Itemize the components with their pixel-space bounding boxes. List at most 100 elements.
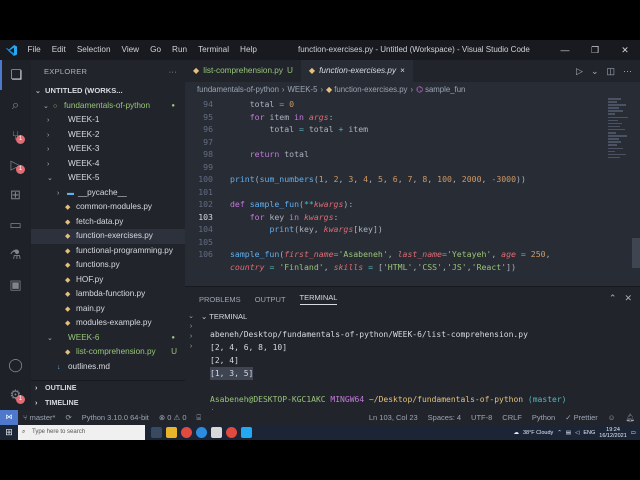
notifications-icon[interactable]: 🔔︎ xyxy=(620,413,640,422)
terminal-output[interactable]: abeneh/Desktop/fundamentals-of-python/WE… xyxy=(210,328,630,417)
tree-item-functional-programming[interactable]: ◆ functional-programming.py xyxy=(31,244,185,259)
run-debug-icon[interactable]: ▷ 1 xyxy=(0,150,31,180)
line-ending[interactable]: CRLF xyxy=(497,413,527,422)
tree-item-pycache[interactable]: › ▬ __pycache__ xyxy=(31,186,185,201)
indentation[interactable]: Spaces: 4 xyxy=(423,413,466,422)
tree-item-week-3[interactable]: › WEEK-3 xyxy=(31,142,185,157)
tree-item-week-2[interactable]: › WEEK-2 xyxy=(31,128,185,143)
close-icon[interactable]: ✕ xyxy=(610,40,640,60)
split-editor-icon[interactable]: ◫ xyxy=(606,66,615,77)
task-view-icon[interactable] xyxy=(151,427,162,438)
docker-icon[interactable]: ▣ xyxy=(0,270,31,300)
chrome-icon[interactable] xyxy=(181,427,192,438)
app-icon[interactable] xyxy=(211,427,222,438)
notification-center-icon[interactable]: ▭ xyxy=(631,430,636,436)
timeline-section[interactable]: › TIMELINE xyxy=(31,396,185,411)
volume-icon[interactable]: ◁ xyxy=(575,430,579,436)
minimize-icon[interactable]: — xyxy=(550,40,580,60)
terminal-instance-header[interactable]: ⌄ TERMINAL xyxy=(197,310,640,324)
explorer-icon[interactable]: ❏ xyxy=(0,60,31,90)
menu-terminal[interactable]: Terminal xyxy=(193,40,235,60)
tree-item-fetch-data[interactable]: ◆ fetch-data.py xyxy=(31,215,185,230)
folder-fundamentals-of-python[interactable]: ⌄ ○ fundamentals-of-python ● xyxy=(31,99,185,114)
tab-list-comprehension[interactable]: ◆ list-comprehension.py U xyxy=(185,60,301,82)
taskbar-search[interactable]: ⌕ Type here to search xyxy=(18,425,145,440)
feedback-icon[interactable]: ☺ xyxy=(603,413,621,422)
python-interpreter[interactable]: Python 3.10.0 64-bit xyxy=(77,413,154,422)
weather-icon[interactable]: ☁ xyxy=(513,430,519,436)
tree-item-main[interactable]: ◆ main.py xyxy=(31,302,185,317)
more-actions-icon[interactable]: ··· xyxy=(623,66,632,76)
source-control-icon[interactable]: ⑂ 1 xyxy=(0,120,31,150)
breadcrumb-item[interactable]: fundamentals-of-python xyxy=(197,85,279,94)
file-explorer-icon[interactable] xyxy=(166,427,177,438)
minimap[interactable] xyxy=(608,98,630,168)
close-panel-icon[interactable]: ✕ xyxy=(624,293,632,304)
menu-edit[interactable]: Edit xyxy=(46,40,71,60)
tree-item-functions[interactable]: ◆ functions.py xyxy=(31,258,185,273)
language-mode[interactable]: Python xyxy=(527,413,560,422)
weather-label[interactable]: 38°F Cloudy xyxy=(523,430,553,436)
search-icon[interactable]: ⌕ xyxy=(0,90,31,120)
workspace-root[interactable]: ⌄ UNTITLED (WORKS... xyxy=(31,84,185,99)
branch-status[interactable]: ⑂ master* xyxy=(18,413,60,422)
chevron-right-icon[interactable]: › xyxy=(185,333,197,340)
menu-go[interactable]: Go xyxy=(145,40,167,60)
tree-item-week-4[interactable]: › WEEK-4 xyxy=(31,157,185,172)
cursor-position[interactable]: Ln 103, Col 23 xyxy=(364,413,423,422)
breadcrumb-item[interactable]: function-exercises.py xyxy=(334,85,407,94)
tree-item-week-6[interactable]: ⌄ WEEK-6 ● xyxy=(31,331,185,346)
maximize-panel-icon[interactable]: ⌃ xyxy=(609,293,617,304)
more-actions-icon[interactable]: ··· xyxy=(169,60,177,84)
breadcrumb-item[interactable]: WEEK-5 xyxy=(288,85,318,94)
clock[interactable]: 19:24 16/12/2021 xyxy=(599,427,627,439)
remote-indicator-icon[interactable]: ⋈ xyxy=(0,410,18,425)
prettier-status[interactable]: ✓ Prettier xyxy=(560,413,603,422)
tree-item-hof[interactable]: ◆ HOF.py xyxy=(31,273,185,288)
menu-file[interactable]: File xyxy=(22,40,46,60)
tree-item-week-1[interactable]: › WEEK-1 xyxy=(31,113,185,128)
vscode-taskbar-icon[interactable] xyxy=(241,427,252,438)
chevron-right-icon[interactable]: › xyxy=(185,323,197,330)
menu-run[interactable]: Run xyxy=(167,40,193,60)
problems-status[interactable]: ⊗ 0 ⚠ 0 xyxy=(154,413,192,422)
restore-icon[interactable]: ❐ xyxy=(580,40,610,60)
server-icon[interactable]: ⌸ xyxy=(192,413,207,423)
chevron-right-icon[interactable]: › xyxy=(185,343,197,350)
tab-output[interactable]: OUTPUT xyxy=(255,295,286,304)
breadcrumb-item[interactable]: sample_fun xyxy=(425,85,465,94)
menu-view[interactable]: View xyxy=(116,40,145,60)
remote-explorer-icon[interactable]: ▭ xyxy=(0,210,31,240)
sync-icon[interactable]: ⟳ xyxy=(60,413,76,422)
tree-item-week-5[interactable]: ⌄ WEEK-5 xyxy=(31,171,185,186)
close-tab-icon[interactable]: × xyxy=(400,60,405,82)
tab-function-exercises[interactable]: ◆ function-exercises.py × xyxy=(300,60,413,82)
manage-gear-icon[interactable]: ⚙ 1 xyxy=(0,380,31,410)
chevron-down-icon[interactable]: ⌄ xyxy=(185,312,197,320)
windows-start-icon[interactable]: ⊞ xyxy=(0,427,18,438)
code-editor[interactable]: 94 total = 0 95 for item in args: 96 tot… xyxy=(185,98,640,286)
tree-item-outlines[interactable]: ↓ outlines.md xyxy=(31,360,185,375)
extensions-icon[interactable]: ⊞ xyxy=(0,180,31,210)
editor-scrollbar[interactable] xyxy=(632,98,640,286)
tree-item-list-comprehension[interactable]: ◆ list-comprehension.py U xyxy=(31,345,185,360)
scrollbar-thumb[interactable] xyxy=(632,238,640,268)
language-indicator[interactable]: ENG xyxy=(583,430,595,436)
network-icon[interactable]: ▤ xyxy=(566,430,571,436)
tree-item-function-exercises[interactable]: ◆ function-exercises.py xyxy=(31,229,185,244)
menu-help[interactable]: Help xyxy=(235,40,263,60)
tree-item-common-modules[interactable]: ◆ common-modules.py xyxy=(31,200,185,215)
tree-item-modules-example[interactable]: ◆ modules-example.py xyxy=(31,316,185,331)
tab-problems[interactable]: PROBLEMS xyxy=(199,295,241,304)
menu-selection[interactable]: Selection xyxy=(71,40,116,60)
run-file-icon[interactable]: ▷ xyxy=(576,66,583,77)
tab-terminal[interactable]: TERMINAL xyxy=(299,293,338,305)
encoding[interactable]: UTF-8 xyxy=(466,413,497,422)
outline-section[interactable]: › OUTLINE xyxy=(31,381,185,396)
chrome-icon[interactable] xyxy=(226,427,237,438)
tray-chevron-icon[interactable]: ⌃ xyxy=(557,430,562,436)
edge-icon[interactable] xyxy=(196,427,207,438)
account-icon[interactable]: ◯ xyxy=(0,350,31,380)
tree-item-lambda-function[interactable]: ◆ lambda-function.py xyxy=(31,287,185,302)
run-dropdown-icon[interactable]: ⌄ xyxy=(591,66,599,77)
